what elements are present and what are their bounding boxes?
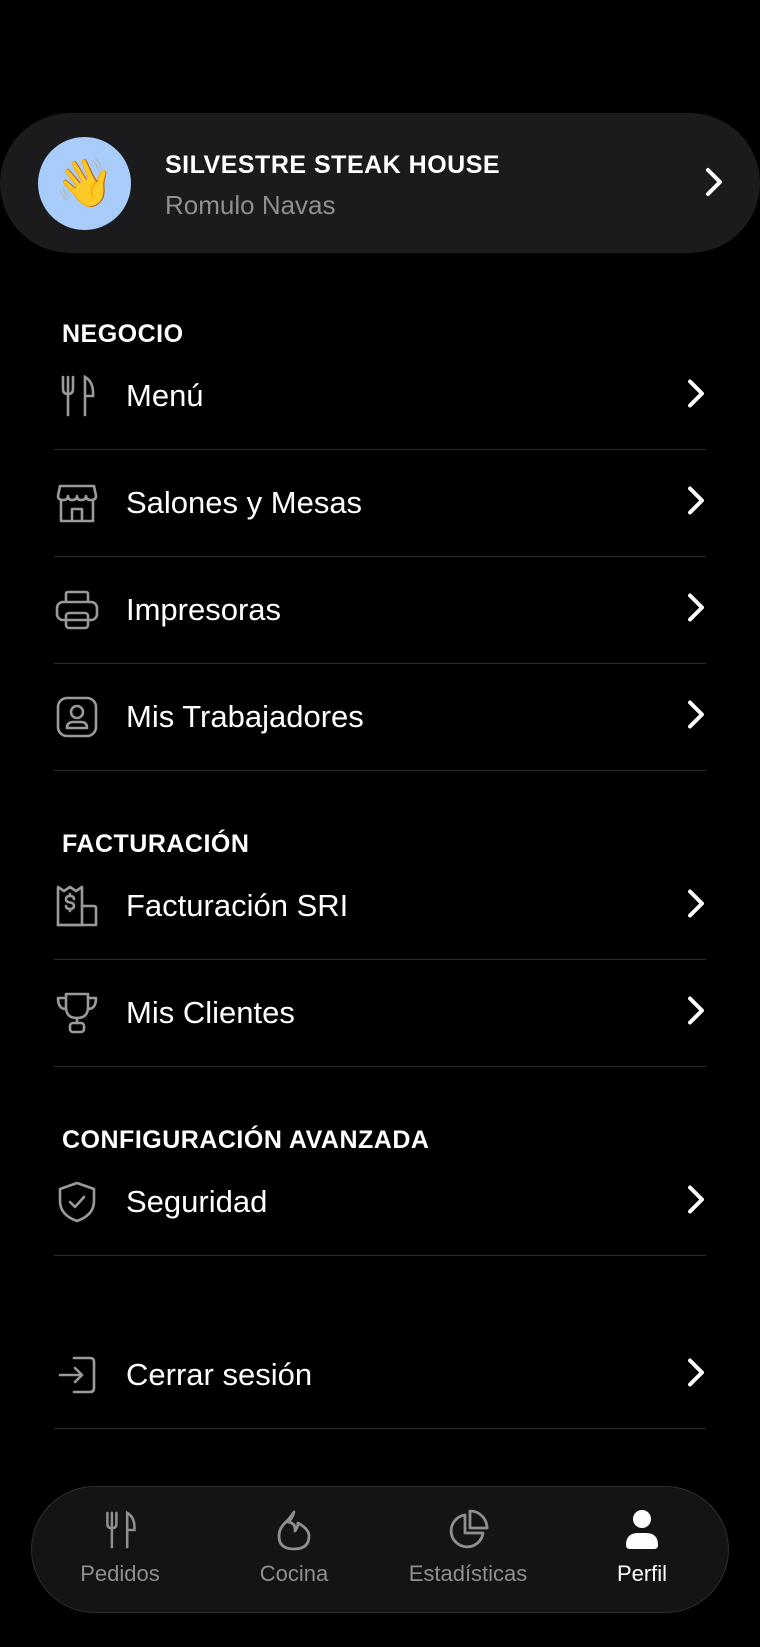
- id-badge-icon: [54, 694, 100, 740]
- pie-chart-icon: [388, 1505, 548, 1555]
- menu-row-seguridad[interactable]: Seguridad: [54, 1149, 706, 1256]
- bottom-nav: Pedidos Cocina Estadísticas Perfil: [31, 1486, 729, 1613]
- nav-item-perfil[interactable]: Perfil: [562, 1505, 722, 1587]
- nav-item-estadisticas[interactable]: Estadísticas: [388, 1505, 548, 1587]
- chevron-right-icon: [686, 699, 706, 736]
- shield-check-icon: [54, 1179, 100, 1225]
- chevron-right-icon: [686, 1357, 706, 1394]
- flame-icon: [214, 1505, 374, 1555]
- trabajadores-row-label: Mis Trabajadores: [126, 699, 364, 734]
- nav-label-estadisticas: Estadísticas: [408, 1561, 528, 1586]
- fork-knife-icon: [54, 373, 100, 419]
- trophy-icon: [54, 990, 100, 1036]
- nav-item-pedidos[interactable]: Pedidos: [40, 1505, 200, 1587]
- menu-row-impresoras[interactable]: Impresoras: [54, 557, 706, 664]
- business-name: SILVESTRE STEAK HOUSE: [165, 151, 501, 179]
- user-icon: [562, 1505, 722, 1555]
- profile-screen: 👋 SILVESTRE STEAK HOUSE Romulo Navas NEG…: [0, 0, 760, 1647]
- menu-row-trabajadores[interactable]: Mis Trabajadores: [54, 664, 706, 771]
- receipt-dollar-icon: [54, 883, 100, 929]
- logout-row-label: Cerrar sesión: [126, 1357, 313, 1392]
- clientes-row-label: Mis Clientes: [126, 995, 295, 1030]
- printer-icon: [54, 587, 100, 633]
- nav-label-cocina: Cocina: [259, 1561, 329, 1586]
- user-name: Romulo Navas: [165, 190, 336, 220]
- chevron-right-icon: [686, 1184, 706, 1221]
- menu-row-facturacion-sri[interactable]: Facturación SRI: [54, 853, 706, 960]
- menu-row-label: Menú: [126, 378, 204, 413]
- fork-knife-icon: [40, 1505, 200, 1555]
- menu-row-clientes[interactable]: Mis Clientes: [54, 960, 706, 1067]
- menu-row-salones[interactable]: Salones y Mesas: [54, 450, 706, 557]
- chevron-right-icon: [686, 592, 706, 629]
- nav-item-cocina[interactable]: Cocina: [214, 1505, 374, 1587]
- salones-row-label: Salones y Mesas: [126, 485, 363, 520]
- seguridad-row-label: Seguridad: [126, 1184, 268, 1219]
- chevron-right-icon: [686, 888, 706, 925]
- facturacion-sri-row-label: Facturación SRI: [126, 888, 349, 923]
- menu-row-menu[interactable]: Menú: [54, 343, 706, 450]
- chevron-right-icon: [704, 166, 724, 203]
- impresoras-row-label: Impresoras: [126, 592, 282, 627]
- chevron-right-icon: [686, 995, 706, 1032]
- profile-card[interactable]: 👋 SILVESTRE STEAK HOUSE Romulo Navas: [0, 113, 760, 253]
- logout-icon: [54, 1352, 100, 1398]
- waving-hand-icon: 👋: [54, 156, 115, 210]
- avatar: 👋: [38, 137, 131, 230]
- nav-label-pedidos: Pedidos: [80, 1561, 160, 1586]
- logout-row[interactable]: Cerrar sesión: [54, 1322, 706, 1429]
- chevron-right-icon: [686, 485, 706, 522]
- nav-label-perfil: Perfil: [616, 1561, 668, 1586]
- store-icon: [54, 480, 100, 526]
- chevron-right-icon: [686, 378, 706, 415]
